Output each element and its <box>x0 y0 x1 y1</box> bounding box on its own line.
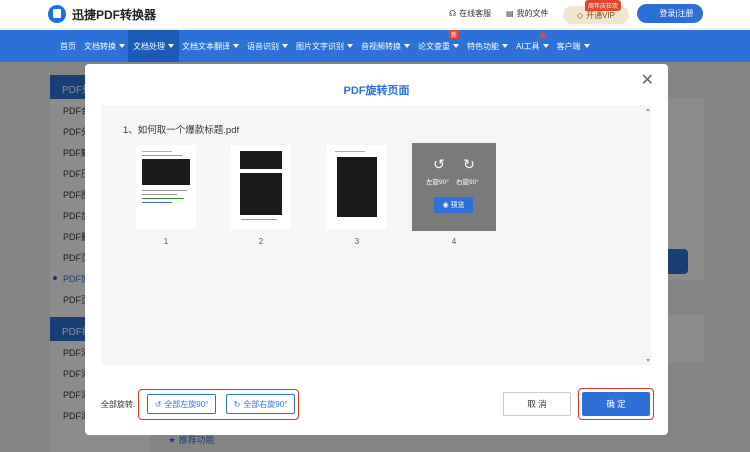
nav-client[interactable]: 客户端 <box>557 30 590 62</box>
nav-doc-convert[interactable]: 文档转换 <box>84 30 125 62</box>
rotate-left-icon: ↺ <box>154 399 162 409</box>
vip-promo-badge: 周年庆狂欢 <box>585 0 622 11</box>
rotate-all-label: 全部旋转: <box>101 400 136 409</box>
file-icon: ▤ <box>506 9 514 18</box>
rotate-right-label[interactable]: 右旋90° <box>456 176 479 186</box>
preview-button[interactable]: ◉ 预览 <box>434 197 473 213</box>
chevron-down-icon <box>453 44 459 48</box>
diamond-icon: ◇ <box>576 10 584 20</box>
app-title: 迅捷PDF转换器 <box>72 8 157 22</box>
rotate-all-right-button[interactable]: ↻ 全部右旋90° <box>226 394 295 414</box>
chevron-down-icon <box>168 44 174 48</box>
rotate-modal: PDF旋转页面 ✕ 1、如何取一个爆款标题.pdf 1 2 3 ↺ ↻ 左旋90… <box>85 64 668 435</box>
rotate-right-icon: ↻ <box>233 399 241 409</box>
new-badge: 新 <box>448 30 459 39</box>
nav-ai-tools[interactable]: AI工具 <box>516 30 549 62</box>
nav-doc-process[interactable]: 文档处理 <box>128 30 179 62</box>
page-preview-area: 1、如何取一个爆款标题.pdf 1 2 3 ↺ ↻ 左旋90° 右旋90° ◉ … <box>101 105 651 365</box>
nav-home[interactable]: 首页 <box>60 30 76 62</box>
chevron-down-icon <box>233 44 239 48</box>
page-thumbnail-hover[interactable]: ↺ ↻ 左旋90° 右旋90° ◉ 预览 <box>412 143 496 231</box>
scrollbar[interactable] <box>645 105 651 365</box>
scroll-down-icon[interactable] <box>646 359 650 362</box>
nav-plagiarism[interactable]: 论文查重新 <box>418 30 459 62</box>
chevron-down-icon <box>282 44 288 48</box>
chevron-down-icon <box>119 44 125 48</box>
scroll-up-icon[interactable] <box>646 108 650 111</box>
chevron-down-icon <box>583 44 590 48</box>
top-bar: 迅捷PDF转换器 ☊ 在线客服 ▤ 我的文件 ◇ 开通VIP 周年庆狂欢 👤 登录|注册 <box>0 0 750 28</box>
nav-speech[interactable]: 语音识别 <box>247 30 288 62</box>
rotate-all-left-button[interactable]: ↺ 全部左旋90° <box>147 394 216 414</box>
login-button[interactable]: 👤 登录|注册 <box>637 4 703 23</box>
rotate-left-icon[interactable]: ↺ <box>431 156 447 172</box>
chevron-down-icon <box>404 44 410 48</box>
modal-title: PDF旋转页面 <box>343 85 410 97</box>
file-name: 1、如何取一个爆款标题.pdf <box>123 125 240 136</box>
support-link[interactable]: ☊ 在线客服 <box>449 8 491 19</box>
nav-ocr[interactable]: 图片文字识别 <box>296 30 353 62</box>
page-thumbnail[interactable] <box>231 145 291 229</box>
nav-features[interactable]: 特色功能 <box>467 30 508 62</box>
cancel-button[interactable]: 取 消 <box>503 392 571 416</box>
main-nav: 首页 文档转换 文档处理 文档文本翻译 语音识别 图片文字识别 音视频转换 论文… <box>0 30 750 62</box>
app-logo-icon <box>48 5 66 23</box>
rotate-left-label[interactable]: 左旋90° <box>426 176 449 186</box>
page-number: 2 <box>258 237 264 246</box>
page-thumbnail[interactable] <box>136 145 196 229</box>
page-number: 4 <box>451 237 457 246</box>
my-files-link[interactable]: ▤ 我的文件 <box>506 8 549 19</box>
rotate-right-icon[interactable]: ↻ <box>461 156 477 172</box>
chevron-down-icon <box>502 44 508 48</box>
eye-icon: ◉ <box>442 202 449 209</box>
nav-translate[interactable]: 文档文本翻译 <box>182 30 239 62</box>
nav-av-convert[interactable]: 音视频转换 <box>361 30 410 62</box>
headset-icon: ☊ <box>449 9 457 18</box>
close-icon[interactable]: ✕ <box>641 73 654 89</box>
user-icon: 👤 <box>646 9 657 18</box>
confirm-button[interactable]: 确 定 <box>582 392 650 416</box>
page-thumbnail[interactable] <box>327 145 387 229</box>
red-arrow-icon <box>539 31 547 38</box>
page-number: 1 <box>163 237 169 246</box>
chevron-down-icon <box>347 44 353 48</box>
page-number: 3 <box>354 237 360 246</box>
chevron-down-icon <box>542 44 549 48</box>
